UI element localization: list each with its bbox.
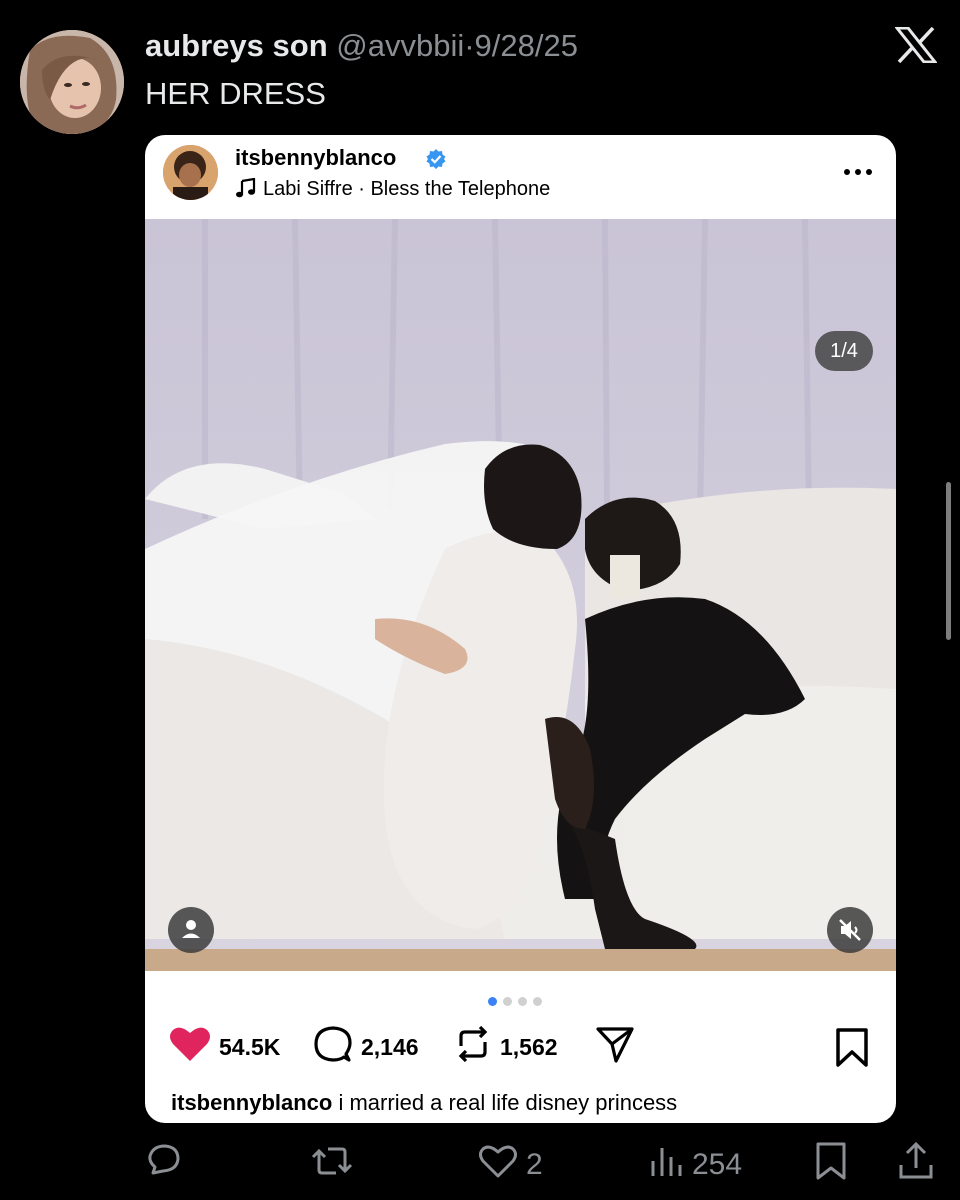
author-handle[interactable]: @avvbbii [336,28,464,63]
carousel-dot-active [488,997,497,1006]
carousel-dot [533,997,542,1006]
save-bookmark-icon[interactable] [833,1027,871,1069]
repost-count: 1,562 [500,1033,558,1060]
more-options-icon[interactable] [841,157,875,187]
share-icon [897,1141,943,1189]
retweet-icon [310,1143,362,1187]
embedded-post-card[interactable]: itsbennyblanco Labi Siffre · Bless the T… [145,135,896,1123]
photo-counter: 1/4 [815,331,873,371]
reply-icon [145,1142,191,1188]
tweet-text: HER DRESS [145,76,326,111]
repost-icon [454,1024,500,1070]
carousel-dot [503,997,512,1006]
views-button[interactable]: 254 [648,1140,742,1190]
views-icon [648,1143,692,1187]
verified-badge-icon [425,148,447,170]
like-icon [478,1143,526,1187]
song-label: Labi Siffre · Bless the Telephone [263,178,551,200]
x-logo-icon [893,26,939,64]
tweet-action-bar: 2 254 [145,1140,935,1190]
like-count: 54.5K [219,1033,281,1060]
heart-icon [169,1025,219,1069]
post-song[interactable]: Labi Siffre · Bless the Telephone [235,175,550,203]
scrollbar[interactable] [946,482,951,640]
view-count: 254 [692,1148,743,1181]
carousel-indicator [488,993,548,1006]
comment-count: 2,146 [361,1033,419,1060]
post-photo[interactable]: 1/4 [145,219,896,971]
tweet-date[interactable]: 9/28/25 [475,28,578,63]
repost-action[interactable]: 1,562 [454,1025,558,1069]
bookmark-icon [813,1141,857,1189]
comment-icon [313,1024,361,1070]
share-button[interactable] [897,1140,943,1190]
like-count-bar: 2 [526,1148,543,1181]
retweet-button[interactable] [310,1140,362,1190]
tweet-header: aubreys son @avvbbii·9/28/25 [145,26,578,66]
author-avatar[interactable] [20,30,124,134]
carousel-dot [518,997,527,1006]
reply-button[interactable] [145,1140,191,1190]
author-name[interactable]: aubreys son [145,28,328,63]
caption-text: i married a real life disney princess [338,1090,678,1115]
bookmark-button[interactable] [813,1140,857,1190]
tagged-people-icon[interactable] [168,907,214,953]
post-username[interactable]: itsbennyblanco [235,143,396,173]
post-caption: itsbennyblanco i married a real life dis… [171,1088,677,1118]
like-action[interactable]: 54.5K [169,1025,280,1069]
send-icon [595,1024,643,1070]
like-button[interactable]: 2 [478,1140,543,1190]
post-author-avatar[interactable] [163,145,218,200]
music-note-icon [235,177,257,198]
muted-audio-icon[interactable] [827,907,873,953]
share-action[interactable] [595,1025,643,1069]
caption-username[interactable]: itsbennyblanco [171,1090,332,1115]
comment-action[interactable]: 2,146 [313,1025,419,1069]
separator: · [464,28,475,63]
